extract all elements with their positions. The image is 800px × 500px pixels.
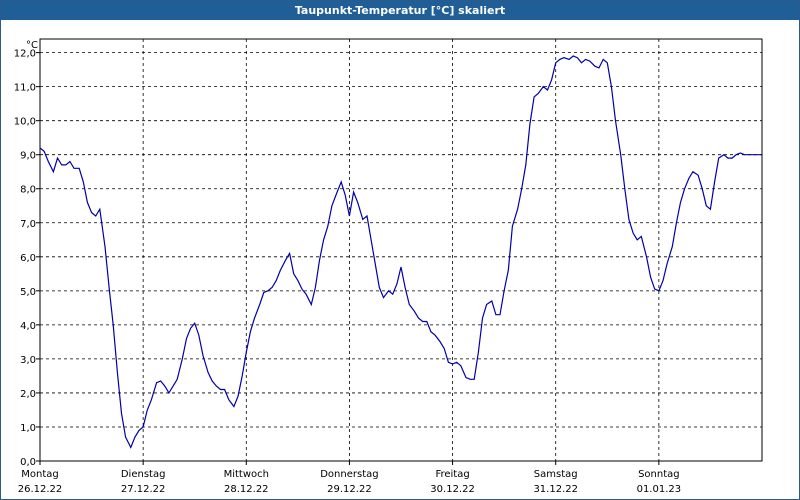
x-tick-day-label: Freitag	[435, 469, 469, 480]
y-tick-label: 6,0	[20, 253, 36, 264]
x-tick-date-label: 29.12.22	[327, 484, 372, 495]
x-tick-date-label: 26.12.22	[18, 484, 63, 495]
dewpoint-line-chart: 0,01,02,03,04,05,06,07,08,09,010,011,012…	[14, 38, 763, 495]
y-tick-label: 0,0	[20, 457, 36, 468]
x-tick-date-label: 27.12.22	[121, 484, 166, 495]
y-tick-label: 5,0	[20, 287, 36, 298]
x-tick-day-label: Samstag	[534, 469, 578, 480]
x-tick-day-label: Montag	[21, 469, 58, 480]
y-tick-label: 7,0	[20, 219, 36, 230]
x-tick-date-label: 28.12.22	[224, 484, 269, 495]
y-axis-ticks: 0,01,02,03,04,05,06,07,08,09,010,011,012…	[14, 49, 40, 468]
plot-area	[39, 38, 763, 462]
y-tick-label: 10,0	[14, 117, 36, 128]
y-tick-label: 9,0	[20, 151, 36, 162]
x-tick-day-label: Donnerstag	[320, 469, 378, 480]
x-tick-date-label: 31.12.22	[533, 484, 578, 495]
y-tick-label: 4,0	[20, 321, 36, 332]
x-tick-date-label: 01.01.23	[637, 484, 682, 495]
y-tick-label: 8,0	[20, 185, 36, 196]
y-tick-label: 2,0	[20, 389, 36, 400]
y-axis-unit-label: °C	[26, 40, 38, 51]
y-tick-label: 1,0	[20, 423, 36, 434]
x-axis-ticks: Montag 26.12.22 Dienstag 27.12.22 Mittwoch 28…	[18, 461, 681, 495]
y-tick-label: 3,0	[20, 355, 36, 366]
y-tick-label: 11,0	[14, 83, 36, 94]
x-tick-day-label: Mittwoch	[224, 469, 269, 480]
x-tick-date-label: 30.12.22	[430, 484, 475, 495]
x-tick-day-label: Dienstag	[121, 469, 166, 480]
x-tick-day-label: Sonntag	[638, 469, 680, 480]
